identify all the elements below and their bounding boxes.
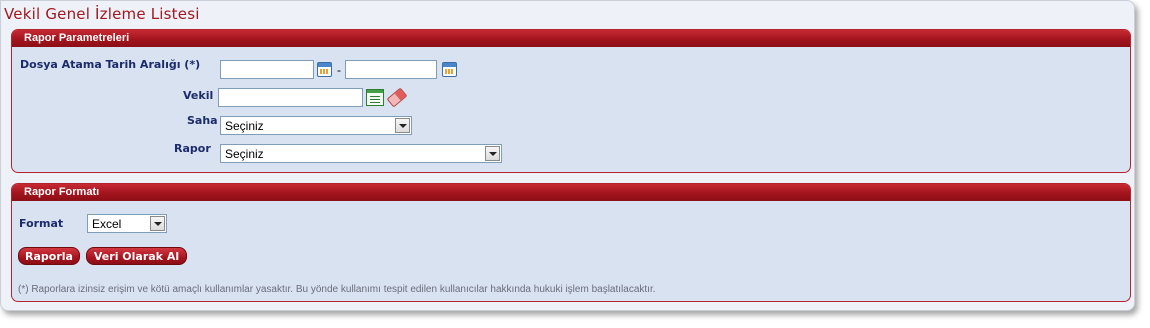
chevron-down-icon[interactable]	[395, 118, 410, 133]
params-panel: Rapor Parametreleri Dosya Atama Tarih Ar…	[11, 29, 1131, 173]
format-panel: Rapor Formatı Format Excel Raporla Veri …	[11, 183, 1131, 302]
rapor-label: Rapor	[174, 142, 211, 155]
saha-label: Saha	[187, 114, 218, 127]
date-separator: -	[337, 63, 341, 77]
format-select[interactable]: Excel	[87, 214, 167, 233]
format-selected-value: Excel	[92, 217, 122, 231]
footnote: (*) Raporlara izinsiz erişim ve kötü ama…	[18, 284, 656, 295]
rapor-select[interactable]: Seçiniz	[220, 144, 502, 163]
date-start-input[interactable]	[220, 60, 314, 79]
saha-select[interactable]: Seçiniz	[220, 116, 412, 135]
chevron-down-icon[interactable]	[150, 216, 165, 231]
eraser-icon[interactable]	[386, 87, 408, 108]
veri-olarak-al-button[interactable]: Veri Olarak Al	[86, 247, 187, 265]
list-select-icon[interactable]	[366, 89, 384, 106]
raporla-button[interactable]: Raporla	[18, 247, 80, 265]
saha-selected-value: Seçiniz	[225, 119, 264, 133]
rapor-selected-value: Seçiniz	[225, 147, 264, 161]
date-range-label: Dosya Atama Tarih Aralığı (*)	[20, 58, 201, 71]
calendar-icon[interactable]	[317, 62, 332, 77]
vekil-label: Vekil	[183, 89, 214, 102]
report-window: Vekil Genel İzleme Listesi Rapor Paramet…	[0, 0, 1135, 311]
format-panel-header: Rapor Formatı	[12, 184, 1130, 201]
format-label: Format	[19, 217, 64, 230]
vekil-input[interactable]	[218, 88, 363, 107]
chevron-down-icon[interactable]	[485, 146, 500, 161]
page-title: Vekil Genel İzleme Listesi	[4, 5, 200, 23]
calendar-icon[interactable]	[442, 62, 457, 77]
params-panel-header: Rapor Parametreleri	[12, 30, 1130, 47]
date-end-input[interactable]	[345, 60, 437, 79]
